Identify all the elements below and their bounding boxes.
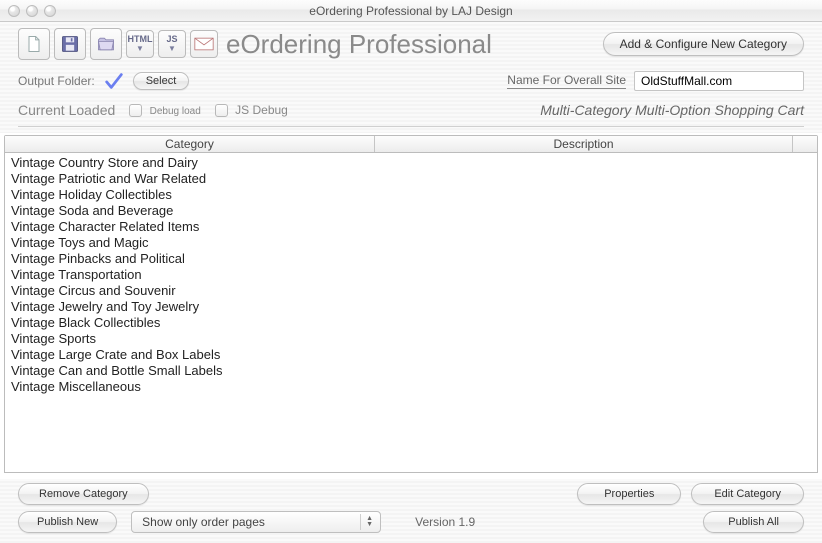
table-row[interactable]: Vintage Circus and Souvenir [5, 283, 817, 299]
js-button[interactable]: JS ▼ [158, 30, 186, 58]
output-folder-label: Output Folder: [18, 74, 95, 88]
checkbox-icon [129, 104, 142, 117]
folder-icon [96, 34, 116, 54]
html-label: HTML [128, 35, 153, 44]
output-right: Name For Overall Site [507, 71, 804, 91]
publish-new-button[interactable]: Publish New [18, 511, 117, 533]
divider [18, 126, 804, 127]
app-title: eOrdering Professional [226, 29, 492, 60]
filter-selected-label: Show only order pages [142, 515, 265, 529]
js-debug-checkbox[interactable]: JS Debug [215, 103, 288, 117]
js-debug-label: JS Debug [235, 103, 288, 117]
mail-icon [194, 34, 214, 54]
bottom-row-2: Publish New Show only order pages ▲▼ Ver… [0, 507, 822, 543]
table-row[interactable]: Vintage Holiday Collectibles [5, 187, 817, 203]
toolbar-left: HTML ▼ JS ▼ eOrdering Professional [18, 28, 492, 60]
current-loaded-label: Current Loaded [18, 102, 115, 118]
table-row[interactable]: Vintage Black Collectibles [5, 315, 817, 331]
category-table: Category Description Vintage Country Sto… [4, 135, 818, 473]
down-arrow-icon: ▼ [168, 45, 176, 53]
site-name-input[interactable] [634, 71, 804, 91]
debug-load-label: Debug load [150, 106, 201, 117]
titlebar: eOrdering Professional by LAJ Design [0, 0, 822, 22]
main-content: HTML ▼ JS ▼ eOrdering Professional Add &… [0, 22, 822, 133]
output-left: Output Folder: Select [18, 70, 189, 92]
table-row[interactable]: Vintage Sports [5, 331, 817, 347]
tool-icons: HTML ▼ JS ▼ [18, 28, 218, 60]
properties-button[interactable]: Properties [577, 483, 681, 505]
table-row[interactable]: Vintage Soda and Beverage [5, 203, 817, 219]
html-button[interactable]: HTML ▼ [126, 30, 154, 58]
mail-button[interactable] [190, 30, 218, 58]
close-icon[interactable] [8, 5, 20, 17]
cart-type-label: Multi-Category Multi-Option Shopping Car… [540, 102, 804, 118]
site-name-label: Name For Overall Site [507, 73, 626, 89]
zoom-icon[interactable] [44, 5, 56, 17]
new-button[interactable] [18, 28, 50, 60]
toolbar: HTML ▼ JS ▼ eOrdering Professional Add &… [18, 28, 804, 60]
remove-category-button[interactable]: Remove Category [18, 483, 149, 505]
floppy-icon [60, 34, 80, 54]
file-icon [24, 34, 44, 54]
checkbox-icon [215, 104, 228, 117]
status-row: Current Loaded Debug load JS Debug Multi… [18, 100, 804, 120]
publish-all-button[interactable]: Publish All [703, 511, 804, 533]
table-row[interactable]: Vintage Transportation [5, 267, 817, 283]
col-category[interactable]: Category [5, 136, 375, 152]
checkmark-icon [103, 70, 125, 92]
window-controls [0, 5, 56, 17]
table-row[interactable]: Vintage Patriotic and War Related [5, 171, 817, 187]
down-arrow-icon: ▼ [136, 45, 144, 53]
col-extra[interactable] [793, 136, 817, 152]
table-row[interactable]: Vintage Pinbacks and Political [5, 251, 817, 267]
add-category-button[interactable]: Add & Configure New Category [603, 32, 804, 56]
filter-popup[interactable]: Show only order pages ▲▼ [131, 511, 381, 533]
version-label: Version 1.9 [415, 515, 475, 529]
table-row[interactable]: Vintage Country Store and Dairy [5, 155, 817, 171]
js-label: JS [166, 35, 177, 44]
open-button[interactable] [90, 28, 122, 60]
table-body[interactable]: Vintage Country Store and DairyVintage P… [4, 153, 818, 473]
table-row[interactable]: Vintage Character Related Items [5, 219, 817, 235]
table-row[interactable]: Vintage Toys and Magic [5, 235, 817, 251]
debug-load-checkbox[interactable]: Debug load [129, 103, 201, 117]
select-folder-button[interactable]: Select [133, 72, 190, 90]
minimize-icon[interactable] [26, 5, 38, 17]
status-left: Current Loaded Debug load JS Debug [18, 102, 288, 118]
table-row[interactable]: Vintage Jewelry and Toy Jewelry [5, 299, 817, 315]
table-row[interactable]: Vintage Can and Bottle Small Labels [5, 363, 817, 379]
bottom-right-buttons: Properties Edit Category [577, 483, 804, 505]
table-header: Category Description [4, 135, 818, 153]
save-button[interactable] [54, 28, 86, 60]
window-title: eOrdering Professional by LAJ Design [0, 4, 822, 18]
table-row[interactable]: Vintage Miscellaneous [5, 379, 817, 395]
popup-arrows-icon: ▲▼ [360, 514, 376, 530]
bottom-row-1: Remove Category Properties Edit Category [0, 479, 822, 507]
col-description[interactable]: Description [375, 136, 793, 152]
edit-category-button[interactable]: Edit Category [691, 483, 804, 505]
table-row[interactable]: Vintage Large Crate and Box Labels [5, 347, 817, 363]
output-row: Output Folder: Select Name For Overall S… [18, 68, 804, 94]
